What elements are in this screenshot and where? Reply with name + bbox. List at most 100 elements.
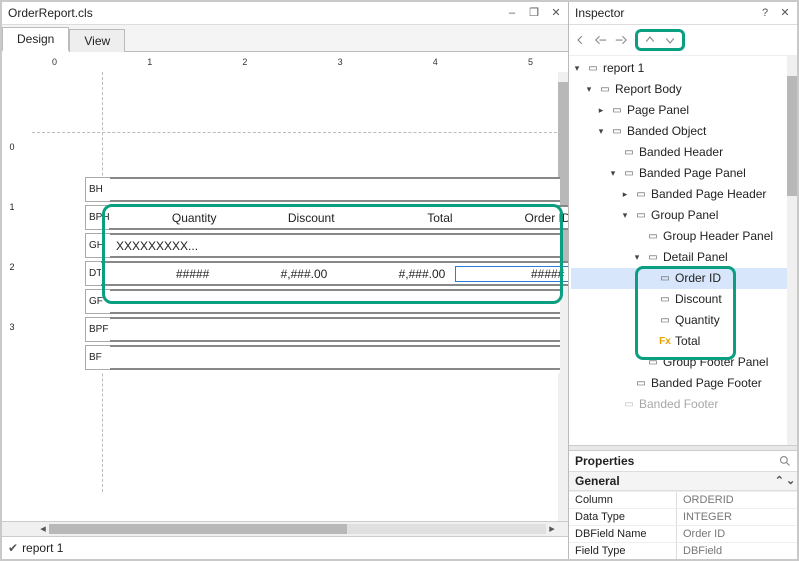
tree-row-field-orderid[interactable]: ▭ Order ID — [571, 268, 793, 289]
twisty-open-icon[interactable]: ▾ — [631, 247, 643, 268]
tree-row-bandedpageheader[interactable]: ▸ ▭ Banded Page Header — [571, 184, 793, 205]
restore-icon[interactable]: ❐ — [528, 7, 540, 19]
property-value[interactable]: INTEGER — [677, 509, 797, 525]
scroll-left-icon[interactable]: ◂ — [37, 523, 49, 535]
tree-label: Page Panel — [627, 100, 689, 121]
canvas-horizontal-scrollbar[interactable]: ◂ ▸ — [2, 521, 568, 536]
tree-label: Group Header Panel — [663, 226, 773, 247]
tree-label: Banded Page Panel — [639, 163, 746, 184]
col-header-discount[interactable]: Discount — [227, 211, 345, 225]
ruler-tick: 0 — [52, 57, 57, 67]
tree-row-reportbody[interactable]: ▾ ▭ Report Body — [571, 79, 793, 100]
twisty-open-icon[interactable]: ▾ — [607, 163, 619, 184]
properties-group-label: General — [575, 474, 620, 488]
band-bh[interactable]: BH — [85, 177, 560, 205]
tree-row-groupfooterpanel[interactable]: ▭ Group Footer Panel — [571, 352, 793, 373]
band-bf[interactable]: BF — [85, 345, 560, 373]
nav-next-icon[interactable] — [615, 34, 627, 46]
search-icon[interactable] — [779, 455, 791, 467]
twisty-none — [643, 331, 655, 352]
property-row[interactable]: DBField Name Order ID — [569, 525, 797, 542]
gf-icon: ▭ — [646, 356, 660, 370]
move-up-icon[interactable] — [644, 34, 656, 46]
band-bpf[interactable]: BPF — [85, 317, 560, 345]
property-row[interactable]: Column ORDERID — [569, 491, 797, 508]
scroll-track[interactable] — [49, 524, 546, 534]
ruler-tick: 2 — [9, 262, 14, 272]
tree-label: Detail Panel — [663, 247, 728, 268]
properties-group-general[interactable]: General ⌃⌄ — [569, 471, 797, 491]
property-key: DBField Name — [569, 526, 677, 542]
band-bph[interactable]: BPH Quantity Discount Total Order ID — [85, 205, 560, 233]
property-key: Field Type — [569, 543, 677, 559]
editor-title-bar: OrderReport.cls – ❐ ✕ — [2, 2, 568, 25]
tree-row-report[interactable]: ▾ ▭ report 1 — [571, 58, 793, 79]
col-header-orderid[interactable]: Order ID — [463, 211, 568, 225]
property-row[interactable]: Field Type DBField — [569, 542, 797, 559]
tree-label: Order ID — [675, 268, 721, 289]
group-header-field[interactable]: XXXXXXXXX... — [110, 239, 560, 253]
nav-back-icon[interactable] — [575, 34, 587, 46]
chevron-updown-icon[interactable]: ⌃⌄ — [779, 475, 791, 487]
property-value[interactable]: DBField — [677, 543, 797, 559]
dt-cell-orderid[interactable]: ##### — [455, 266, 568, 282]
tree-row-bandedobject[interactable]: ▾ ▭ Banded Object — [571, 121, 793, 142]
inspector-toolbar — [569, 25, 797, 56]
twisty-none — [631, 226, 643, 247]
property-value[interactable]: ORDERID — [677, 492, 797, 508]
band-gh[interactable]: GH XXXXXXXXX... — [85, 233, 560, 261]
tree-row-field-quantity[interactable]: ▭ Quantity — [571, 310, 793, 331]
band-label-bf: BF — [85, 345, 111, 370]
twisty-open-icon[interactable]: ▾ — [571, 58, 583, 79]
twisty-closed-icon[interactable]: ▸ — [619, 184, 631, 205]
tree-row-field-total[interactable]: Fx Total — [571, 331, 793, 352]
twisty-open-icon[interactable]: ▾ — [619, 205, 631, 226]
tree-row-bandedpagepanel[interactable]: ▾ ▭ Banded Page Panel — [571, 163, 793, 184]
twisty-open-icon[interactable]: ▾ — [595, 121, 607, 142]
group-icon: ▭ — [634, 209, 648, 223]
scroll-thumb[interactable] — [49, 524, 347, 534]
minimize-icon[interactable]: – — [506, 7, 518, 19]
tree-row-pagepanel[interactable]: ▸ ▭ Page Panel — [571, 100, 793, 121]
tree-label: Total — [675, 331, 700, 352]
field-icon: ▭ — [658, 314, 672, 328]
ruler-tick: 5 — [528, 57, 533, 67]
band-label-gf: GF — [85, 289, 111, 314]
property-value[interactable]: Order ID — [677, 526, 797, 542]
scroll-right-icon[interactable]: ▸ — [546, 523, 558, 535]
dt-cell-quantity[interactable]: ##### — [101, 267, 219, 281]
design-canvas[interactable]: BH BPH Quantity Discount Total Order ID — [32, 72, 552, 492]
ruler-tick: 3 — [338, 57, 343, 67]
properties-pane: Properties General ⌃⌄ Column ORDERID Dat… — [569, 450, 797, 559]
nav-prev-icon[interactable] — [595, 34, 607, 46]
ruler-tick: 4 — [433, 57, 438, 67]
tree-row-bandedheader[interactable]: ▭ Banded Header — [571, 142, 793, 163]
tab-view[interactable]: View — [69, 29, 125, 52]
band-gf[interactable]: GF — [85, 289, 560, 317]
tree-row-groupheaderpanel[interactable]: ▭ Group Header Panel — [571, 226, 793, 247]
scroll-thumb[interactable] — [787, 76, 797, 196]
design-canvas-area[interactable]: 0 1 2 3 BH — [2, 72, 568, 521]
dt-cell-total[interactable]: #,###.00 — [337, 267, 455, 281]
close-icon[interactable]: ✕ — [779, 7, 791, 19]
tab-design[interactable]: Design — [2, 27, 69, 52]
inspector-tree[interactable]: ▾ ▭ report 1 ▾ ▭ Report Body ▸ ▭ Page Pa… — [569, 56, 797, 445]
tree-row-grouppanel[interactable]: ▾ ▭ Group Panel — [571, 205, 793, 226]
tree-row-bandedfooter[interactable]: ▭ Banded Footer — [571, 394, 793, 415]
tree-vertical-scrollbar[interactable] — [787, 56, 797, 445]
move-down-icon[interactable] — [664, 34, 676, 46]
close-icon[interactable]: ✕ — [550, 7, 562, 19]
tree-row-bandedpagefooter[interactable]: ▭ Banded Page Footer — [571, 373, 793, 394]
twisty-closed-icon[interactable]: ▸ — [595, 100, 607, 121]
col-header-quantity[interactable]: Quantity — [109, 211, 227, 225]
tree-row-detailpanel[interactable]: ▾ ▭ Detail Panel — [571, 247, 793, 268]
tree-row-field-discount[interactable]: ▭ Discount — [571, 289, 793, 310]
footer-tab-report[interactable]: report 1 — [22, 541, 63, 555]
band-dt[interactable]: DT ##### #,###.00 #,###.00 ##### — [85, 261, 560, 289]
properties-title: Properties — [575, 454, 634, 468]
property-row[interactable]: Data Type INTEGER — [569, 508, 797, 525]
help-icon[interactable]: ? — [759, 7, 771, 19]
col-header-total[interactable]: Total — [345, 211, 463, 225]
dt-cell-discount[interactable]: #,###.00 — [219, 267, 337, 281]
twisty-open-icon[interactable]: ▾ — [583, 79, 595, 100]
